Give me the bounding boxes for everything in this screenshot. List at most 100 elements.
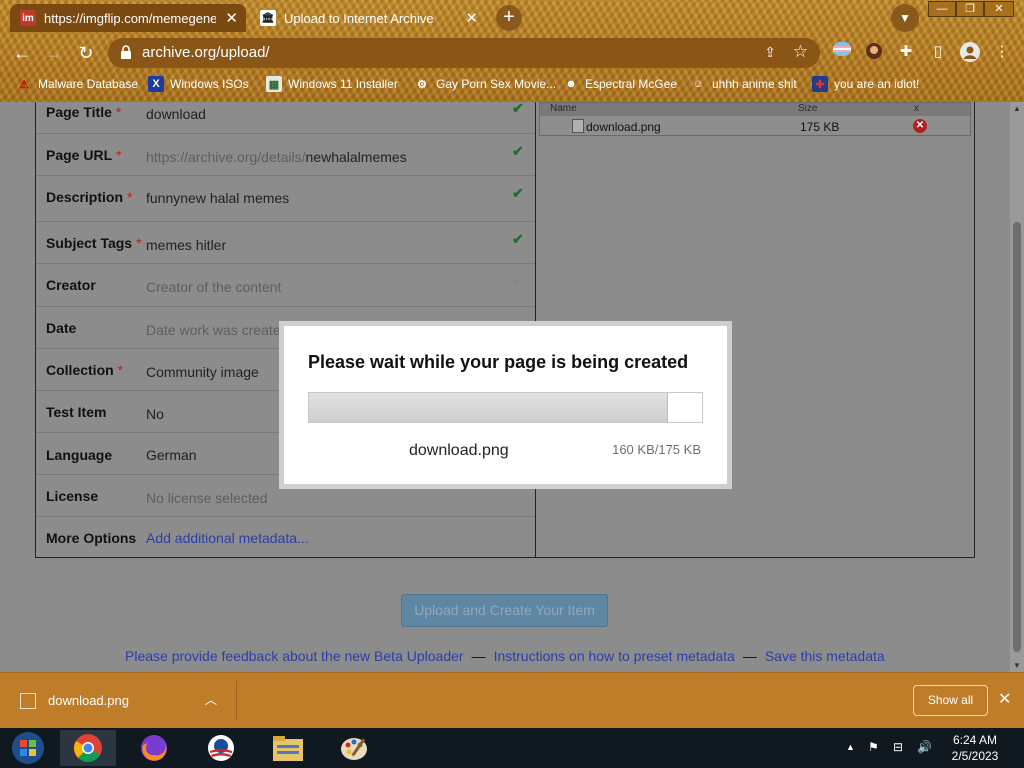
malware-icon: ⚠ (19, 78, 29, 91)
save-metadata-link[interactable]: Save this metadata (765, 648, 885, 664)
creating-page-modal: Please wait while your page is being cre… (279, 321, 732, 489)
taskbar-chrome[interactable] (60, 730, 116, 766)
remove-file-icon[interactable]: ✕ (913, 119, 927, 133)
bookmark-label: Windows 11 Installer (288, 77, 398, 91)
creator-label: Creator (46, 277, 96, 293)
required-marker: * (127, 189, 133, 205)
firefox-icon (141, 735, 167, 761)
divider (236, 681, 237, 721)
download-filename[interactable]: download.png (48, 693, 129, 708)
add-metadata-link[interactable]: Add additional metadata... (146, 530, 309, 546)
tab-search-button[interactable]: ▼ (891, 4, 919, 32)
taskbar-file-explorer[interactable] (260, 730, 316, 766)
page-scrollbar[interactable]: ▲ ▼ (1010, 102, 1024, 672)
description-row[interactable]: Description * funnynew halal memes ✔ (36, 176, 535, 222)
character-favicon-icon: ☻ (565, 78, 577, 90)
bookmark-label: uhhh anime shit (712, 77, 797, 91)
minimize-button[interactable]: — (928, 1, 956, 17)
page-url-value[interactable]: https://archive.org/details/newhalalmeme… (146, 149, 407, 165)
modal-title: Please wait while your page is being cre… (308, 352, 689, 372)
bookmark-you-are-an-idiot[interactable]: ✚ you are an idiot! (812, 74, 919, 94)
installer-icon: ▦ (266, 76, 282, 92)
bookmark-windows-11-installer[interactable]: ▦ Windows 11 Installer (266, 74, 398, 94)
test-item-value[interactable]: No (146, 406, 164, 422)
faint-check-icon: ✔ (512, 273, 524, 289)
system-clock[interactable]: 6:24 AM 2/5/2023 (940, 732, 1010, 764)
bookmark-label: Malware Database (38, 77, 139, 91)
back-button[interactable]: ← (10, 42, 34, 64)
collection-value[interactable]: Community image (146, 364, 259, 380)
archive-favicon-icon: 🏛 (260, 10, 276, 26)
size-column-header[interactable]: Size (798, 103, 817, 114)
address-bar[interactable]: archive.org/upload/ ⇪ ☆ (108, 38, 820, 68)
close-download-bar-icon[interactable]: ✕ (998, 689, 1011, 709)
profile-avatar-icon[interactable] (960, 42, 980, 62)
forward-button[interactable]: → (42, 42, 66, 64)
scroll-down-icon[interactable]: ▼ (1012, 661, 1022, 670)
bookmark-uhhh-anime-shit[interactable]: ☺ uhhh anime shit (690, 74, 797, 94)
bookmark-star-icon[interactable]: ☆ (793, 42, 808, 62)
feedback-link[interactable]: Please provide feedback about the new Be… (125, 648, 464, 664)
chrome-icon (74, 734, 102, 763)
field-label: Description (46, 189, 124, 205)
tab-internet-archive[interactable]: 🏛 Upload to Internet Archive ✕ (250, 4, 486, 32)
collection-label: Collection * (46, 362, 123, 378)
tab-imgflip[interactable]: im https://imgflip.com/memegenerat ✕ (10, 4, 246, 32)
page-title-row[interactable]: Page Title * download ✔ (36, 102, 535, 134)
x-logo-icon: X (148, 76, 164, 92)
page-url-row[interactable]: Page URL * https://archive.org/details/ne… (36, 134, 535, 176)
chevron-up-icon[interactable]: ︿ (205, 691, 217, 708)
language-value[interactable]: German (146, 447, 197, 463)
field-label: Subject Tags (46, 235, 133, 251)
name-column-header[interactable]: Name (550, 103, 577, 114)
description-label: Description * (46, 189, 132, 205)
reload-button[interactable]: ↻ (74, 42, 98, 64)
close-window-button[interactable]: ✕ (984, 1, 1014, 17)
bookmark-label: you are an idiot! (834, 77, 920, 91)
scrollbar-thumb[interactable] (1013, 222, 1021, 652)
start-button[interactable] (0, 730, 56, 766)
show-all-button[interactable]: Show all (913, 685, 988, 716)
network-icon[interactable]: ⊟ (893, 740, 903, 754)
creator-row[interactable]: Creator Creator of the content ✔ (36, 264, 535, 307)
site-favicon-icon: ⚙ (417, 78, 427, 91)
volume-icon[interactable]: 🔊 (917, 740, 932, 754)
upload-and-create-button[interactable]: Upload and Create Your Item (401, 594, 608, 627)
date-placeholder[interactable]: Date work was create (146, 322, 281, 338)
taskbar-firefox[interactable] (126, 730, 182, 766)
date-label: Date (46, 320, 77, 336)
share-icon[interactable]: ⇪ (764, 44, 776, 61)
file-row[interactable]: download.png 175 KB ✕ (540, 117, 970, 136)
subject-tags-row[interactable]: Subject Tags * memes hitler ✔ (36, 222, 535, 264)
license-value[interactable]: No license selected (146, 490, 267, 506)
tab-label: https://imgflip.com/memegenerat (44, 10, 216, 26)
extensions-puzzle-icon[interactable]: ✚ (896, 42, 916, 62)
description-value[interactable]: funnynew halal memes (146, 190, 289, 206)
show-hidden-icons-chevron-icon[interactable]: ▲ (846, 742, 855, 752)
creator-placeholder[interactable]: Creator of the content (146, 279, 281, 295)
profile-flag-extension-icon[interactable] (832, 42, 852, 62)
menu-kebab-icon[interactable]: ⋮ (992, 42, 1012, 62)
preset-instructions-link[interactable]: Instructions on how to preset metadata (494, 648, 735, 664)
close-tab-icon[interactable]: ✕ (225, 9, 238, 27)
avatar-extension-icon[interactable] (864, 42, 884, 62)
upload-progress-bar (308, 392, 703, 423)
new-tab-button[interactable]: + (496, 5, 522, 31)
bookmark-malware-database[interactable]: ⚠ Malware Database (16, 74, 138, 94)
restore-button[interactable]: ❐ (956, 1, 984, 17)
taskbar-paint[interactable] (326, 730, 382, 766)
side-panel-icon[interactable]: ▯ (928, 42, 948, 62)
bookmark-espectral-mcgee[interactable]: ☻ Espectral McGee (563, 74, 677, 94)
page-title-label: Page Title * (46, 104, 121, 120)
close-tab-icon[interactable]: ✕ (465, 9, 478, 27)
page-title-value[interactable]: download (146, 106, 206, 122)
windows-taskbar: ▲ ⚑ ⊟ 🔊 6:24 AM 2/5/2023 (0, 728, 1024, 768)
taskbar-obama-app[interactable] (193, 730, 249, 766)
scroll-up-icon[interactable]: ▲ (1012, 104, 1022, 113)
flag-favicon-icon: ✚ (812, 76, 828, 92)
subject-tags-value[interactable]: memes hitler (146, 237, 226, 253)
action-center-flag-icon[interactable]: ⚑ (868, 740, 879, 754)
bookmark-windows-isos[interactable]: X Windows ISOs (148, 74, 249, 94)
remove-column-header: x (914, 103, 919, 114)
bookmark-gay-porn-sex-movie[interactable]: ⚙ Gay Porn Sex Movie... (414, 74, 556, 94)
